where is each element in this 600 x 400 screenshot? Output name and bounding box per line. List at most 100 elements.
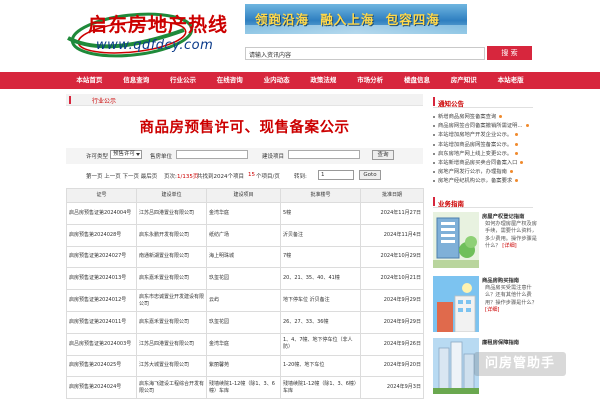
nav-item[interactable]: 业内动态 bbox=[253, 72, 300, 89]
nav-item[interactable]: 政策法规 bbox=[300, 72, 347, 89]
pager-goto-button[interactable]: Goto bbox=[359, 170, 381, 180]
breadcrumb-marker bbox=[69, 96, 71, 104]
logo-url: www.qdfdcy.com bbox=[96, 38, 214, 53]
notice-item-label: 本站新增商品房买卖合同备案入口 bbox=[438, 159, 518, 166]
guide-item-title[interactable]: 商品房购买指南 bbox=[482, 276, 519, 284]
table-row[interactable]: 启房预售证第2024027号 南通新湖置业有限公司 海上明珠城 7幢 2024年10月2… bbox=[66, 245, 424, 269]
notice-item[interactable]: 房地产网发行公示，办理指南 bbox=[433, 168, 543, 177]
table-cell[interactable]: 紫丽馨苑 bbox=[206, 354, 281, 378]
table-cell[interactable]: 云屿 bbox=[206, 289, 281, 312]
new-dot-icon bbox=[515, 142, 519, 146]
table-cell: 启东海飞建设工程综合开发有限公司 bbox=[136, 376, 207, 400]
table-cell: 启吕房预售证第2024004号 bbox=[66, 202, 137, 225]
nav-item[interactable]: 房产知识 bbox=[440, 72, 487, 89]
nav-item[interactable]: 信息查询 bbox=[113, 72, 160, 89]
table-cell[interactable]: 纸纺广场 bbox=[206, 223, 281, 247]
guide-header: 业务指南 bbox=[433, 196, 533, 208]
table-cell: 2024年9月20日 bbox=[360, 354, 424, 378]
table-cell: 1-20幢、地下车位 bbox=[280, 354, 361, 378]
new-dot-icon bbox=[515, 133, 519, 137]
header-banner[interactable]: 领跑沿海 融入上海 包容四海 bbox=[245, 4, 467, 34]
table-cell: 启东嘉禾置业有限公司 bbox=[136, 267, 207, 291]
unit-input[interactable] bbox=[176, 150, 248, 159]
pager-per-page-value: 15 bbox=[248, 172, 255, 178]
pager-per-page-text: 个项目/页 bbox=[256, 174, 280, 180]
notice-list: 新增商品房网签备案查询 商品房网签合同备案撤销所需证明... 本站增加房地产开发企业… bbox=[433, 113, 543, 187]
notice-item[interactable]: 新增商品房网签备案查询 bbox=[433, 113, 543, 122]
table-cell: 2024年11月27日 bbox=[360, 202, 424, 225]
table-row[interactable]: 启房预售第2024025号 江苏大城置业有限公司 紫丽馨苑 1-20幢、地下车位 202… bbox=[66, 354, 424, 378]
table-cell: 2024年9月3日 bbox=[360, 376, 424, 400]
notice-item[interactable]: 本站新增商品房买卖合同备案入口 bbox=[433, 159, 543, 168]
notice-item[interactable]: 启东房地产网上线上变更公示。 bbox=[433, 150, 543, 159]
guide-item-title[interactable]: 廉租房保障指南 bbox=[482, 338, 519, 346]
page: 启东房地产热线 www.qdfdcy.com 领跑沿海 融入上海 包容四海 请输… bbox=[0, 0, 600, 400]
breadcrumb-label[interactable]: 行业公示 bbox=[92, 96, 116, 105]
notice-item-label: 房地产经纪机构公示，备案要求 bbox=[438, 178, 513, 185]
type-select[interactable]: 预售许可 bbox=[110, 150, 142, 159]
table-row[interactable]: 启房预售第2024024号 启东海飞建设工程综合开发有限公司 残墙续院1-12幢（除… bbox=[66, 376, 424, 400]
table-cell: 1、4、7幢、地下停车位（非人防） bbox=[280, 332, 361, 356]
guide-item-title[interactable]: 房屋产权登记指南 bbox=[482, 212, 524, 220]
logo-text: 启东房地产热线 bbox=[88, 14, 229, 36]
table-body: 启吕房预售证第2024004号 江苏吕四港置业有限公司 金湾华庭 5幢 2024年11月… bbox=[66, 202, 424, 400]
type-label: 许可类型 bbox=[86, 154, 109, 160]
table-cell: 2024年11月4日 bbox=[360, 223, 424, 247]
table-cell[interactable]: 金湾华庭 bbox=[206, 202, 281, 225]
table-row[interactable]: 启房预售证第2024013号 启东嘉禾置业有限公司 玖玺花园 20、21、35、40、… bbox=[66, 267, 424, 291]
table-cell[interactable]: 玖玺花园 bbox=[206, 267, 281, 291]
guide-item[interactable]: 商品房购买指南 商品房买受需注意什么？还有其他什么费用？操作步骤是什么？ [详细… bbox=[433, 276, 543, 336]
site-logo[interactable]: 启东房地产热线 www.qdfdcy.com bbox=[66, 8, 236, 60]
table-cell[interactable]: 海上明珠城 bbox=[206, 245, 281, 269]
table-cell[interactable]: 金湾华庭 bbox=[206, 332, 281, 356]
table-cell: 沂贝备注 bbox=[280, 223, 361, 247]
table-row[interactable]: 启房预售证第2024012号 启东市忠诚置业开发建设有限公司 云屿 地下停车位 沂贝备… bbox=[66, 289, 424, 312]
guide-item-desc: 商品房买受需注意什么？还有其他什么费用？操作步骤是什么？ [详细] bbox=[485, 285, 541, 315]
guide-item-more-link[interactable]: [详细] bbox=[502, 243, 516, 249]
pager-page-label: 页次: bbox=[164, 174, 177, 180]
pager-nav-links[interactable]: 第一页 上一页 下一页 最后页 bbox=[86, 172, 157, 180]
notice-item[interactable]: 房地产经纪机构公示，备案要求 bbox=[433, 177, 543, 186]
new-dot-icon bbox=[515, 151, 519, 155]
nav-item[interactable]: 市场分析 bbox=[347, 72, 394, 89]
table-cell[interactable]: 残墙续院1-12幢（除1、3、6幢）车库 bbox=[206, 376, 281, 400]
guide-item-desc: 如何办理房屋产权及房手续，需要什么资料，多少费用。操作步骤是什么？ [详细] bbox=[485, 221, 541, 251]
notice-header: 通知公告 bbox=[433, 96, 533, 108]
guide-item[interactable]: 房屋产权登记指南 如何办理房屋产权及房手续，需要什么资料，多少费用。操作步骤是什… bbox=[433, 212, 543, 272]
query-button[interactable]: 查询 bbox=[372, 150, 394, 160]
notice-title: 通知公告 bbox=[438, 100, 464, 108]
notice-item[interactable]: 本站增加房地产开发企业公示。 bbox=[433, 131, 543, 140]
project-input[interactable] bbox=[288, 150, 360, 159]
table-cell: 南通新湖置业有限公司 bbox=[136, 245, 207, 269]
notice-item[interactable]: 商品房网签合同备案撤销所需证明... bbox=[433, 122, 543, 131]
table-row[interactable]: 启吕房预售证第2024004号 江苏吕四港置业有限公司 金湾华庭 5幢 2024年11月… bbox=[66, 202, 424, 225]
type-select-value: 预售许可 bbox=[113, 151, 136, 157]
search-button[interactable]: 搜 索 bbox=[487, 46, 532, 60]
nav-item[interactable]: 楼盘信息 bbox=[394, 72, 441, 89]
notice-header-marker bbox=[433, 97, 435, 106]
table-cell: 2024年10月29日 bbox=[360, 245, 424, 269]
table-row[interactable]: 启房预售证第2024011号 启东嘉禾置业有限公司 玖玺花园 26、27、33、36幢… bbox=[66, 310, 424, 334]
table-cell[interactable]: 玖玺花园 bbox=[206, 310, 281, 334]
table-cell: 启东市忠诚置业开发建设有限公司 bbox=[136, 289, 207, 312]
table-cell: 2024年9月26日 bbox=[360, 332, 424, 356]
nav-item[interactable]: 行业公示 bbox=[160, 72, 207, 89]
permit-table: 证号 建设单位 建设项目 批准楼号 批准日期 启吕房预售证第2024004号 江苏… bbox=[66, 188, 424, 400]
pager-goto-input[interactable]: 1 bbox=[318, 170, 354, 180]
notice-item[interactable]: 本站增加商品房网签备案公示。 bbox=[433, 141, 543, 150]
nav-item[interactable]: 本站首页 bbox=[66, 72, 113, 89]
table-cell: 启房预售第2024024号 bbox=[66, 376, 137, 400]
banner-slogan: 领跑沿海 融入上海 包容四海 bbox=[255, 12, 440, 27]
guide-item-more-link[interactable]: [详细] bbox=[485, 307, 499, 313]
guide-thumb-image bbox=[433, 276, 479, 332]
table-cell: 启吕房预售证第2024003号 bbox=[66, 332, 137, 356]
search-input[interactable]: 请输入资讯内容 bbox=[245, 47, 485, 60]
table-row[interactable]: 启吕房预售证第2024003号 江苏吕四港置业有限公司 金湾华庭 1、4、7幢、地下停… bbox=[66, 332, 424, 356]
guide-header-marker bbox=[433, 197, 435, 206]
nav-item[interactable]: 在线咨询 bbox=[206, 72, 253, 89]
nav-item[interactable]: 本站老版 bbox=[487, 72, 534, 89]
new-dot-icon bbox=[520, 160, 524, 164]
col-header-cert: 证号 bbox=[66, 188, 137, 203]
table-row[interactable]: 启房预售第2024028号 启东永鹏开发有限公司 纸纺广场 沂贝备注 2024年11月4… bbox=[66, 223, 424, 247]
table-cell: 启房预售证第2024027号 bbox=[66, 245, 137, 269]
